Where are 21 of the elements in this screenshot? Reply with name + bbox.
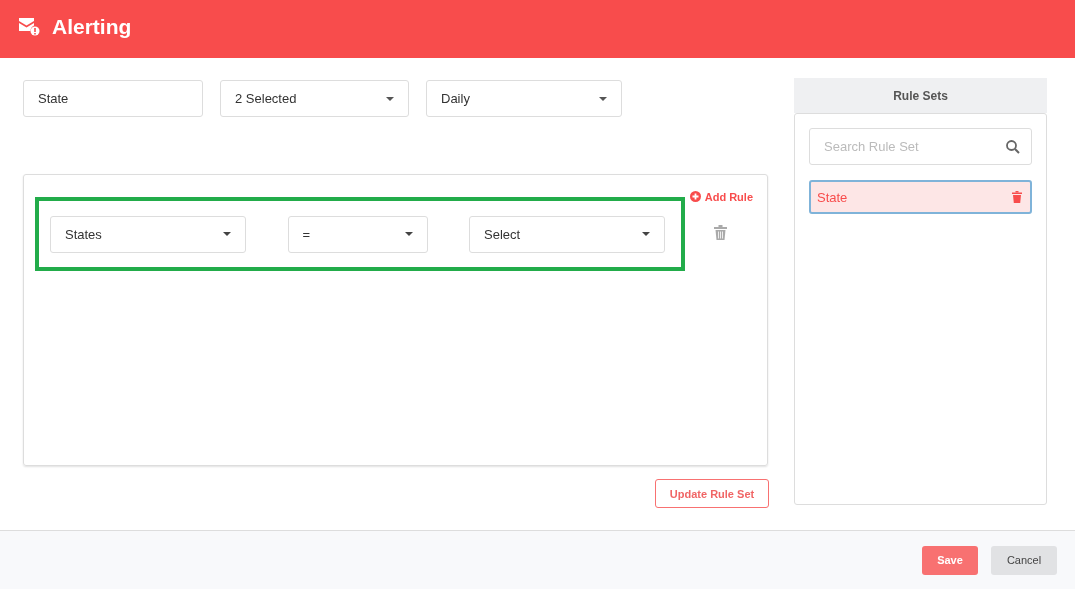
caret-icon bbox=[386, 96, 394, 101]
value-dropdown[interactable]: Select bbox=[469, 215, 665, 253]
caret-icon bbox=[599, 96, 607, 101]
search-field[interactable]: Search Rule Set bbox=[809, 128, 1032, 165]
mail-alert-icon bbox=[18, 16, 40, 37]
trash-icon[interactable] bbox=[714, 225, 727, 240]
cancel-button[interactable]: Cancel bbox=[991, 545, 1057, 575]
dropdown[interactable]: 2 Selected bbox=[220, 80, 409, 117]
caret-icon bbox=[642, 232, 650, 236]
name-field[interactable]: State bbox=[23, 80, 203, 117]
caret-icon bbox=[404, 232, 413, 236]
caret-icon bbox=[223, 232, 231, 236]
search-icon bbox=[1006, 140, 1020, 154]
operator-dropdown[interactable]: = bbox=[287, 215, 428, 253]
plus-circle-icon bbox=[689, 191, 701, 202]
trash-icon[interactable] bbox=[1012, 191, 1022, 203]
page-title: Alerting bbox=[52, 14, 132, 39]
field-dropdown[interactable]: States bbox=[50, 215, 246, 253]
dropdown[interactable]: Daily bbox=[426, 80, 622, 117]
rule-set-name: State bbox=[817, 189, 848, 205]
panel-title: Rule Sets bbox=[893, 88, 948, 103]
